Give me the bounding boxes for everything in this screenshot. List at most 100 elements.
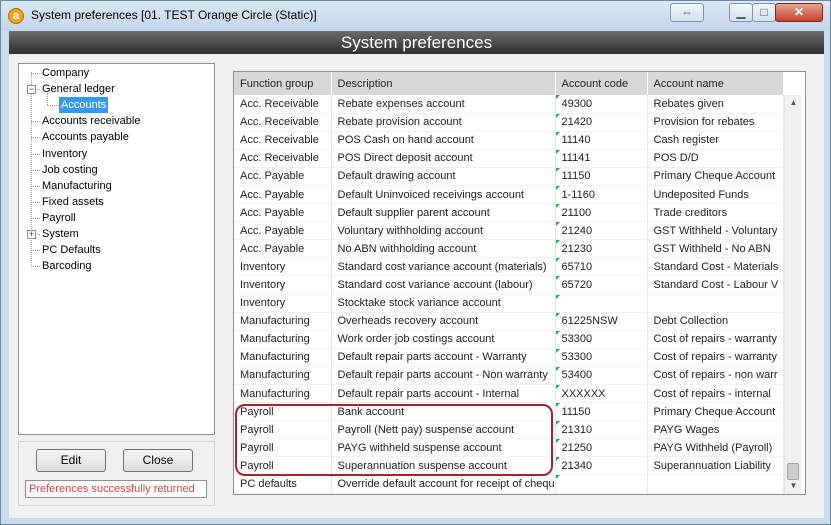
account-name-cell: Debt Collection — [647, 312, 784, 331]
column-header-function-group[interactable]: Function group — [234, 72, 332, 95]
table-row[interactable]: Acc. Receivable Rebate provision account 2… — [234, 113, 784, 132]
table-row[interactable]: Manufacturing Default repair parts accoun… — [234, 348, 784, 367]
tree-guide-line — [31, 266, 40, 268]
description-cell: Stocktake stock variance account — [331, 294, 556, 313]
table-row[interactable]: Acc. Receivable Rebate expenses account 49… — [234, 95, 784, 114]
table-row[interactable]: Inventory Standard cost variance account … — [234, 275, 784, 295]
table-row[interactable]: Acc. Receivable POS Cash on hand account 1… — [234, 131, 784, 150]
tree-item-manufacturing[interactable]: Manufacturing — [40, 178, 114, 194]
account-code-cell[interactable]: 11140 — [555, 131, 648, 150]
tree-item-inventory[interactable]: Inventory — [40, 146, 89, 162]
table-row[interactable]: PC defaults Override default account for … — [234, 474, 784, 494]
table-row[interactable]: Payroll Superannuation suspense account 21… — [234, 456, 784, 476]
table-row[interactable]: Acc. Payable No ABN withholding account 21… — [234, 239, 784, 259]
table-row[interactable]: Manufacturing Default repair parts accoun… — [234, 384, 784, 404]
column-header-account-name[interactable]: Account name — [647, 72, 784, 95]
account-code-cell[interactable]: 53300 — [555, 330, 648, 349]
description-cell: Bank account — [331, 402, 556, 422]
table-row[interactable]: Acc. Payable Default Uninvoiced receiving… — [234, 185, 784, 205]
account-code-cell[interactable]: 11141 — [555, 149, 648, 168]
table-row[interactable]: Inventory Standard cost variance account … — [234, 257, 784, 277]
column-header-account-code[interactable]: Account code — [555, 72, 648, 95]
tree-item-payroll[interactable]: Payroll — [40, 210, 78, 226]
account-code-cell[interactable]: 21250 — [555, 438, 648, 458]
expand-icon[interactable]: + — [27, 230, 36, 239]
page-header: System preferences — [9, 31, 824, 54]
table-row[interactable]: Acc. Payable Voluntary withholding accoun… — [234, 221, 784, 241]
status-message: Preferences successfully returned — [25, 480, 207, 498]
account-code-cell[interactable] — [555, 474, 648, 494]
account-code-cell[interactable]: 1-1160 — [555, 185, 648, 205]
tree-item-barcoding[interactable]: Barcoding — [40, 258, 94, 274]
preferences-tree[interactable]: Company − General ledger Accounts Accounts r… — [18, 63, 215, 435]
title-bar[interactable]: a System preferences [01. TEST Orange Ci… — [1, 1, 830, 31]
account-name-cell: GST Withheld - No ABN — [647, 239, 784, 259]
account-code-cell[interactable]: 61225NSW — [555, 312, 648, 331]
table-row[interactable]: Payroll Payroll (Nett pay) suspense accou… — [234, 420, 784, 440]
collapse-icon[interactable]: − — [27, 85, 36, 95]
vertical-scrollbar[interactable]: ▲ ▼ — [784, 95, 801, 494]
account-code-cell[interactable]: 53400 — [555, 366, 648, 386]
table-row[interactable]: Manufacturing Default repair parts accoun… — [234, 366, 784, 386]
account-code-cell[interactable]: 11150 — [555, 167, 648, 186]
tree-guide-line — [31, 137, 40, 139]
table-row[interactable]: Inventory Stocktake stock variance accoun… — [234, 294, 784, 313]
tree-item-pc-defaults[interactable]: PC Defaults — [40, 242, 103, 258]
account-name-cell — [647, 294, 784, 313]
account-code-cell[interactable]: 21240 — [555, 221, 648, 241]
account-code-cell[interactable]: XXXXXX — [555, 384, 648, 404]
description-cell: Rebate expenses account — [331, 95, 556, 114]
description-cell: Standard cost variance account (labour) — [331, 275, 556, 295]
account-code-cell[interactable]: 49300 — [555, 95, 648, 114]
minimize-button[interactable]: ▁ — [729, 3, 753, 22]
account-code-cell[interactable] — [555, 294, 648, 313]
table-row[interactable]: Manufacturing Overheads recovery account 6… — [234, 312, 784, 331]
tree-item-system[interactable]: System — [40, 226, 81, 242]
table-row[interactable]: Manufacturing Work order job costings acc… — [234, 330, 784, 349]
description-cell: Superannuation suspense account — [331, 456, 556, 476]
account-code-cell[interactable]: 21100 — [555, 203, 648, 223]
account-name-cell: POS D/D — [647, 149, 784, 168]
tree-item-accounts-payable[interactable]: Accounts payable — [40, 129, 131, 145]
table-row[interactable]: Acc. Payable Default drawing account 11150… — [234, 167, 784, 186]
function-group-cell: Acc. Payable — [234, 185, 332, 205]
tree-item-general-ledger[interactable]: General ledger — [40, 81, 117, 97]
account-name-cell: Superannuation Liability — [647, 456, 784, 476]
function-group-cell: Manufacturing — [234, 384, 332, 404]
account-name-cell: Cash register — [647, 131, 784, 150]
maximize-button[interactable]: □ — [752, 3, 776, 22]
account-code-cell[interactable]: 21310 — [555, 420, 648, 440]
description-cell: Standard cost variance account (material… — [331, 257, 556, 277]
close-window-button[interactable]: ✕ — [775, 3, 823, 22]
column-header-description[interactable]: Description — [331, 72, 556, 95]
account-code-cell[interactable]: 21420 — [555, 113, 648, 132]
table-row[interactable]: Payroll Bank account 11150 Primary Cheque A… — [234, 402, 784, 422]
swap-window-button[interactable]: ⇔ — [670, 3, 704, 22]
account-code-cell[interactable]: 53300 — [555, 348, 648, 367]
account-code-cell[interactable]: 65720 — [555, 275, 648, 295]
account-code-cell[interactable]: 21230 — [555, 239, 648, 259]
edit-button[interactable]: Edit — [36, 449, 106, 472]
account-name-cell: Trade creditors — [647, 203, 784, 223]
account-name-cell: PAYG Wages — [647, 420, 784, 440]
table-row[interactable]: Payroll PAYG withheld suspense account 212… — [234, 438, 784, 458]
account-code-cell[interactable]: 21340 — [555, 456, 648, 476]
tree-item-accounts[interactable]: Accounts — [59, 97, 109, 114]
function-group-cell: Manufacturing — [234, 348, 332, 367]
table-row[interactable]: Acc. Payable Default supplier parent acco… — [234, 203, 784, 223]
tree-item-company[interactable]: Company — [40, 65, 91, 81]
tree-item-fixed-assets[interactable]: Fixed assets — [40, 194, 106, 210]
function-group-cell: Manufacturing — [234, 312, 332, 331]
table-row[interactable]: Acc. Receivable POS Direct deposit accoun… — [234, 149, 784, 168]
close-button[interactable]: Close — [123, 449, 193, 472]
tree-item-job-costing[interactable]: Job costing — [40, 162, 100, 178]
account-code-cell[interactable]: 11150 — [555, 402, 648, 422]
account-code-cell[interactable]: 65710 — [555, 257, 648, 277]
function-group-cell: Inventory — [234, 257, 332, 277]
scroll-up-icon[interactable]: ▲ — [785, 95, 802, 111]
tree-item-accounts-receivable[interactable]: Accounts receivable — [40, 113, 142, 129]
scroll-down-icon[interactable]: ▼ — [785, 478, 802, 494]
grid-header-row: Function group Description Account code Acc… — [234, 72, 784, 95]
function-group-cell: Payroll — [234, 402, 332, 422]
account-preferences-grid[interactable]: Function group Description Account code Acc… — [233, 71, 806, 495]
